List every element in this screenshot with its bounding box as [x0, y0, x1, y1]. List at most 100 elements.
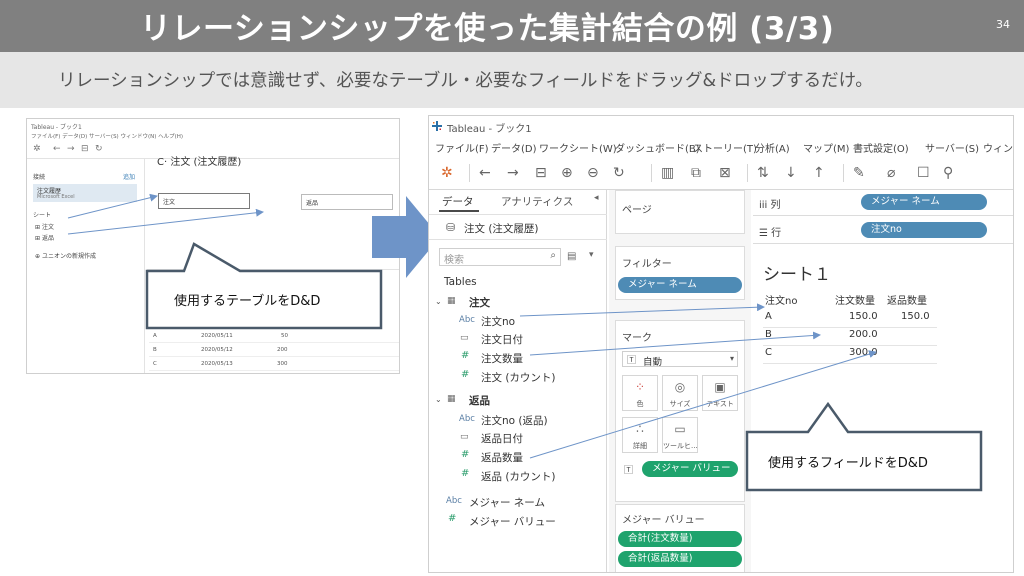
- small-table-box-order: 注文: [158, 193, 250, 209]
- duplicate-icon[interactable]: ⧉: [691, 165, 701, 181]
- marks-label: マーク: [622, 333, 652, 344]
- filters-card[interactable]: フィルター メジャー ネーム: [615, 246, 745, 300]
- new-datasource-icon[interactable]: ⊕: [561, 165, 573, 181]
- dropdown-caret-icon[interactable]: ▾: [589, 250, 594, 260]
- pages-card[interactable]: ページ: [615, 190, 745, 234]
- field-return-date[interactable]: 返品日付: [481, 431, 523, 446]
- page-number: 34: [996, 18, 1010, 31]
- small-sheet-item: ⊞ 注文: [35, 224, 54, 231]
- small-cell: 50: [281, 333, 288, 339]
- toolbar-divider: [651, 164, 652, 182]
- table-return[interactable]: 返品: [469, 393, 490, 408]
- field-order-count[interactable]: 注文 (カウント): [481, 370, 556, 385]
- field-search-input[interactable]: 検索 ⌕: [439, 248, 561, 266]
- small-canvas-title-text: 注文 (注文履歴): [170, 157, 242, 168]
- field-order-no[interactable]: 注文no: [481, 314, 515, 329]
- measure-pill-order-qty[interactable]: 合計(注文数量): [618, 531, 742, 547]
- measure-pill-return-qty[interactable]: 合計(返品数量): [618, 551, 742, 567]
- menu-map[interactable]: マップ(M): [803, 140, 849, 155]
- slide: リレーションシップを使った集計結合の例 (3/3) 34 リレーションシップでは…: [0, 0, 1024, 576]
- sort-desc-icon[interactable]: ↑: [813, 165, 825, 181]
- tableau-home-icon[interactable]: ✲: [441, 165, 453, 181]
- tab-analytics[interactable]: アナリティクス: [501, 194, 573, 209]
- redo-icon[interactable]: →: [507, 165, 519, 181]
- table-cell: 150.0: [849, 311, 878, 322]
- rows-shelf[interactable]: ☰ 行 注文no: [753, 218, 1013, 244]
- small-table-box-label: 返品: [306, 200, 319, 207]
- tab-data[interactable]: データ: [442, 194, 474, 209]
- menu-data[interactable]: データ(D): [491, 140, 537, 155]
- columns-pill-measure-names[interactable]: メジャー ネーム: [861, 194, 987, 210]
- mark-btn-label: テキスト: [706, 400, 734, 408]
- menu-server[interactable]: サーバー(S): [925, 140, 979, 155]
- small-forward-icon: →: [67, 144, 75, 154]
- small-canvas-title: C· 注文 (注文履歴): [157, 157, 242, 168]
- small-cell: 2020/05/11: [201, 333, 233, 339]
- label-icon[interactable]: ☐: [917, 165, 930, 181]
- field-measure-values[interactable]: メジャー バリュー: [469, 514, 556, 529]
- date-type-icon: ▭: [460, 333, 469, 343]
- attach-icon[interactable]: ⌀: [887, 165, 895, 181]
- columns-shelf[interactable]: iii 列 メジャー ネーム: [753, 190, 1013, 216]
- chevron-down-icon[interactable]: ⌄: [435, 395, 442, 404]
- field-return-order-no[interactable]: 注文no (返品): [481, 413, 548, 428]
- filter-pill-measure-names[interactable]: メジャー ネーム: [618, 277, 742, 293]
- pause-updates-icon[interactable]: ⊖: [587, 165, 599, 181]
- view-area: iii 列 メジャー ネーム ☰ 行 注文no シート１ 注文no 注文数量 返…: [753, 190, 1013, 572]
- text-button[interactable]: ▣ テキスト: [702, 375, 738, 411]
- small-table-box-label: 注文: [163, 199, 176, 206]
- chevron-down-icon[interactable]: ⌄: [435, 297, 442, 306]
- undo-icon[interactable]: ←: [479, 165, 491, 181]
- data-pane: データ アナリティクス ◂ ⛁ 注文 (注文履歴) 検索 ⌕ ▤ ▾ Table…: [429, 190, 607, 572]
- table-row: B 2020/05/12 200: [149, 345, 399, 357]
- columns-text: 列: [770, 200, 781, 211]
- detail-button[interactable]: ∴ 詳細: [622, 417, 658, 453]
- menu-dashboard[interactable]: ダッシュボード(B): [615, 140, 700, 155]
- menubar: ファイル(F) データ(D) ワークシート(W) ダッシュボード(B) ストーリ…: [429, 136, 1013, 156]
- tooltip-button[interactable]: ▭ ツールヒ...: [662, 417, 698, 453]
- sort-asc-icon[interactable]: ↓: [785, 165, 797, 181]
- small-logo-icon: ✲: [33, 144, 41, 154]
- menu-worksheet[interactable]: ワークシート(W): [539, 140, 617, 155]
- number-type-icon: #: [461, 369, 470, 380]
- datasource-row[interactable]: ⛁ 注文 (注文履歴): [429, 214, 607, 240]
- mark-type-select[interactable]: 🅃 自動 ▾: [622, 351, 738, 368]
- callout-table-text: 使用するテーブルをD&D: [174, 294, 321, 309]
- pin-icon[interactable]: ⚲: [943, 165, 953, 181]
- menu-file[interactable]: ファイル(F): [435, 140, 489, 155]
- string-type-icon: Abc: [459, 315, 475, 325]
- small-cell: C: [153, 361, 157, 367]
- rows-pill-order-no[interactable]: 注文no: [861, 222, 987, 238]
- columns-label: iii 列: [759, 196, 781, 211]
- swap-icon[interactable]: ⇅: [757, 165, 769, 181]
- small-data-pane: 接続 追加 注文履歴 Microsoft Excel シート ⊞ 注文 ⊞ 返品…: [27, 159, 145, 373]
- collapse-icon[interactable]: ◂: [594, 193, 599, 203]
- tableau-logo-icon: [432, 121, 442, 131]
- new-worksheet-icon[interactable]: ▥: [661, 165, 674, 181]
- clear-sheet-icon[interactable]: ⊠: [719, 165, 731, 181]
- field-order-qty[interactable]: 注文数量: [481, 351, 523, 366]
- field-return-count[interactable]: 返品 (カウント): [481, 469, 556, 484]
- highlight-icon[interactable]: ✎: [853, 165, 865, 181]
- menu-window[interactable]: ウィン: [983, 140, 1013, 155]
- menu-format[interactable]: 書式設定(O): [853, 140, 909, 155]
- small-source-card: 注文履歴 Microsoft Excel: [33, 184, 137, 202]
- size-button[interactable]: ◎ サイズ: [662, 375, 698, 411]
- save-icon[interactable]: ⊟: [535, 165, 547, 181]
- view-toggle-icon[interactable]: ▤: [567, 251, 576, 262]
- field-measure-names[interactable]: メジャー ネーム: [469, 495, 545, 510]
- table-order[interactable]: 注文: [469, 295, 490, 310]
- field-return-qty[interactable]: 返品数量: [481, 450, 523, 465]
- marks-pill-measure-values[interactable]: メジャー バリュー: [642, 461, 738, 477]
- refresh-icon[interactable]: ↻: [613, 165, 625, 181]
- small-cell: 2020/05/13: [201, 361, 233, 367]
- menu-analysis[interactable]: 分析(A): [755, 140, 790, 155]
- rows-label: ☰ 行: [759, 224, 781, 239]
- menu-story[interactable]: ストーリー(T): [693, 140, 757, 155]
- field-order-date[interactable]: 注文日付: [481, 332, 523, 347]
- columns-icon: iii: [759, 200, 771, 211]
- color-button[interactable]: ⁘ 色: [622, 375, 658, 411]
- small-grid-header: [147, 269, 399, 279]
- text-mark-icon: 🅃: [624, 466, 634, 476]
- table-cell: 200.0: [849, 329, 878, 340]
